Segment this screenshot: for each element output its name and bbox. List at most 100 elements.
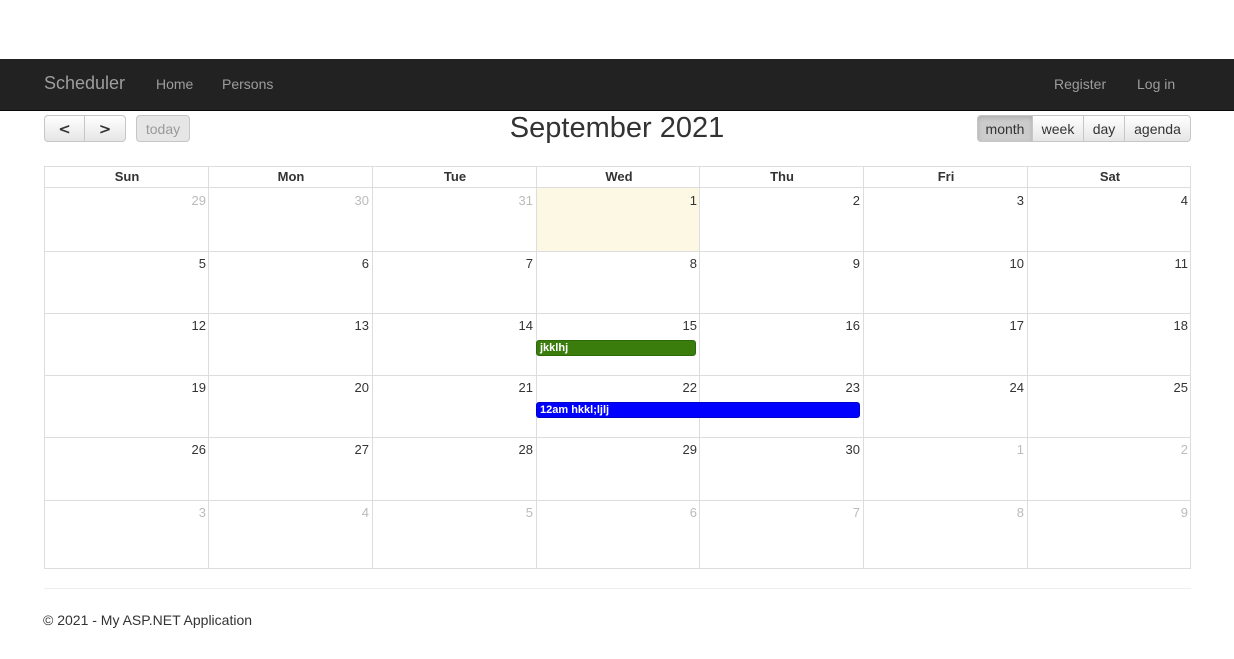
weekday-header: Fri [863,167,1028,187]
day-number[interactable]: 27 [355,442,369,457]
day-cell[interactable]: 20 [208,375,372,437]
day-cell[interactable]: 30 [208,188,372,251]
day-number[interactable]: 4 [362,505,369,520]
brand-link[interactable]: Scheduler [44,73,125,94]
day-cell[interactable]: 2 [1027,437,1191,500]
calendar-event[interactable]: 12am hkkl;ljlj [536,402,860,418]
footer-divider [44,588,1191,589]
day-cell[interactable]: 3 [45,500,209,569]
day-cell[interactable]: 12 [45,313,209,375]
week-row: 5 6 7 8 9 10 11 [45,251,1190,314]
day-cell[interactable]: 2 [699,188,863,251]
day-number[interactable]: 31 [519,193,533,208]
day-cell[interactable]: 4 [208,500,372,569]
day-cell[interactable]: 4 [1027,188,1191,251]
day-number[interactable]: 28 [519,442,533,457]
day-number[interactable]: 29 [192,193,206,208]
day-number[interactable]: 20 [355,380,369,395]
day-cell[interactable]: 3 [863,188,1027,251]
day-number[interactable]: 10 [1010,256,1024,271]
day-cell[interactable]: 13 [208,313,372,375]
day-number[interactable]: 4 [1181,193,1188,208]
day-number[interactable]: 16 [846,318,860,333]
day-cell[interactable]: 5 [45,251,209,313]
day-number[interactable]: 25 [1174,380,1188,395]
day-number[interactable]: 18 [1174,318,1188,333]
day-cell[interactable]: 9 [699,251,863,313]
day-number[interactable]: 12 [192,318,206,333]
day-number[interactable]: 2 [853,193,860,208]
nav-home-link[interactable]: Home [156,76,193,92]
day-cell[interactable]: 30 [699,437,863,500]
day-number[interactable]: 17 [1010,318,1024,333]
day-number[interactable]: 21 [519,380,533,395]
nav-login-link[interactable]: Log in [1137,76,1175,92]
day-number[interactable]: 30 [355,193,369,208]
day-cell[interactable]: 6 [536,500,700,569]
day-number[interactable]: 19 [192,380,206,395]
day-number[interactable]: 6 [362,256,369,271]
day-cell[interactable]: 8 [863,500,1027,569]
day-number[interactable]: 13 [355,318,369,333]
day-cell[interactable]: 6 [208,251,372,313]
day-cell[interactable]: 26 [45,437,209,500]
day-number[interactable]: 24 [1010,380,1024,395]
day-number[interactable]: 9 [1181,505,1188,520]
view-agenda-button[interactable]: agenda [1124,115,1191,142]
day-number[interactable]: 14 [519,318,533,333]
day-number[interactable]: 22 [683,380,697,395]
day-number[interactable]: 5 [526,505,533,520]
day-cell[interactable]: 27 [208,437,372,500]
day-cell[interactable]: 8 [536,251,700,313]
day-cell[interactable]: 25 [1027,375,1191,437]
day-cell[interactable]: 16 [699,313,863,375]
top-navbar: Scheduler Home Persons Register Log in [0,59,1234,111]
day-number[interactable]: 9 [853,256,860,271]
day-cell[interactable]: 17 [863,313,1027,375]
day-number[interactable]: 8 [1017,505,1024,520]
weekday-header: Sun [114,169,140,184]
day-number[interactable]: 23 [846,380,860,395]
nav-register-link[interactable]: Register [1054,76,1106,92]
day-cell[interactable]: 28 [372,437,536,500]
week-row: 29 30 31 1 2 3 4 [45,188,1190,252]
calendar-event[interactable]: jkklhj [536,340,696,356]
day-number[interactable]: 15 [683,318,697,333]
week-row: 26 27 28 29 30 1 2 [45,437,1190,501]
day-number[interactable]: 6 [690,505,697,520]
day-number[interactable]: 11 [1175,256,1189,271]
nav-persons-link[interactable]: Persons [222,76,273,92]
day-cell[interactable]: 29 [45,188,209,251]
day-number[interactable]: 7 [526,256,533,271]
day-number[interactable]: 2 [1181,442,1188,457]
day-number[interactable]: 30 [846,442,860,457]
day-cell[interactable]: 7 [699,500,863,569]
day-cell[interactable]: 5 [372,500,536,569]
day-cell[interactable]: 24 [863,375,1027,437]
week-row: 3 4 5 6 7 8 9 [45,500,1190,569]
day-cell[interactable]: 14 [372,313,536,375]
day-cell[interactable]: 19 [45,375,209,437]
day-number[interactable]: 1 [690,193,697,208]
day-number[interactable]: 5 [199,256,206,271]
day-number[interactable]: 3 [1017,193,1024,208]
day-number[interactable]: 1 [1017,442,1024,457]
day-cell[interactable]: 11 [1027,251,1191,313]
view-day-button[interactable]: day [1083,115,1125,142]
day-cell[interactable]: 10 [863,251,1027,313]
day-number[interactable]: 8 [690,256,697,271]
view-month-button[interactable]: month [977,115,1033,142]
day-cell[interactable]: 29 [536,437,700,500]
day-cell[interactable]: 31 [372,188,536,251]
day-number[interactable]: 26 [192,442,206,457]
view-week-button[interactable]: week [1032,115,1084,142]
day-cell[interactable]: 7 [372,251,536,313]
day-number[interactable]: 3 [199,505,206,520]
day-number[interactable]: 7 [853,505,860,520]
day-cell[interactable]: 1 [536,188,700,251]
day-cell[interactable]: 9 [1027,500,1191,569]
day-number[interactable]: 29 [683,442,697,457]
day-cell[interactable]: 1 [863,437,1027,500]
day-cell[interactable]: 18 [1027,313,1191,375]
day-cell[interactable]: 21 [372,375,536,437]
